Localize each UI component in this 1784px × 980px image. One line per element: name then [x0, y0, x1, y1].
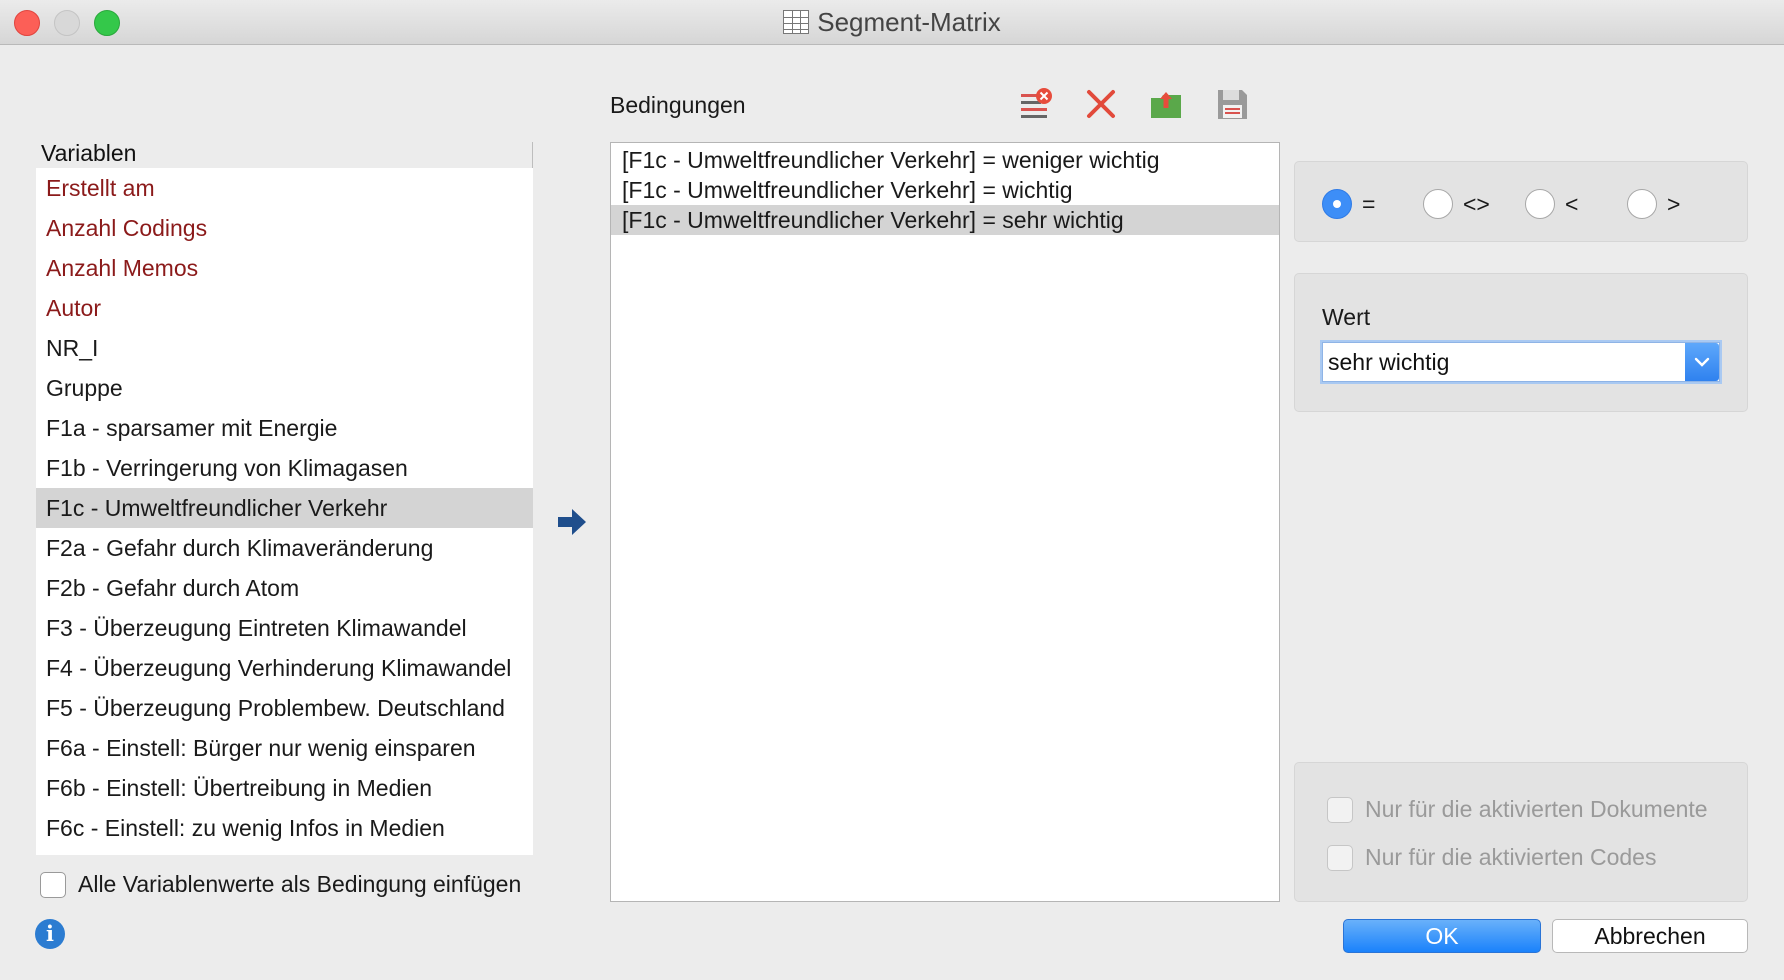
- activated-documents-label: Nur für die aktivierten Dokumente: [1365, 796, 1708, 822]
- ok-button[interactable]: OK: [1343, 919, 1541, 953]
- cancel-button[interactable]: Abbrechen: [1552, 919, 1748, 953]
- variables-list: Erstellt am Anzahl Codings Anzahl Memos Aut…: [36, 168, 533, 855]
- activated-documents-row: Nur für die aktivierten Dokumente: [1327, 796, 1708, 823]
- operator-equals-option[interactable]: =: [1322, 189, 1375, 219]
- window-title: Segment-Matrix: [817, 6, 1001, 37]
- condition-row[interactable]: [F1c - Umweltfreundlicher Verkehr] = seh…: [611, 205, 1279, 235]
- window-title-group: Segment-Matrix: [0, 0, 1784, 44]
- conditions-list[interactable]: [F1c - Umweltfreundlicher Verkehr] = wen…: [610, 142, 1280, 902]
- variable-list-item[interactable]: Autor: [36, 288, 533, 328]
- conditions-label: Bedingungen: [610, 92, 746, 118]
- value-input[interactable]: [1323, 343, 1693, 381]
- variable-list-item[interactable]: F1c - Umweltfreundlicher Verkehr: [36, 488, 533, 528]
- value-group: Wert: [1294, 273, 1748, 412]
- all-values-checkbox[interactable]: [40, 871, 66, 898]
- activated-codes-row: Nur für die aktivierten Codes: [1327, 844, 1656, 871]
- variable-list-item[interactable]: Gruppe: [36, 368, 533, 408]
- variables-header[interactable]: Variablen: [41, 140, 136, 167]
- operator-label: >: [1667, 190, 1681, 217]
- operator-radio[interactable]: [1423, 189, 1453, 219]
- operator-label: <>: [1463, 190, 1490, 217]
- operator-radio[interactable]: [1627, 189, 1657, 219]
- condition-row[interactable]: [F1c - Umweltfreundlicher Verkehr] = wen…: [611, 145, 1279, 175]
- activated-documents-checkbox: [1327, 796, 1353, 823]
- value-combobox[interactable]: [1322, 342, 1720, 382]
- delete-icon[interactable]: [1083, 86, 1119, 122]
- column-divider: [532, 142, 533, 168]
- variable-list-item[interactable]: F6a - Einstell: Bürger nur wenig einspar…: [36, 728, 533, 768]
- operator-not-equals-option[interactable]: <>: [1423, 189, 1490, 219]
- variable-list-item[interactable]: Anzahl Memos: [36, 248, 533, 288]
- variable-list-item[interactable]: F4 - Überzeugung Verhinderung Klimawande…: [36, 648, 533, 688]
- variable-list-item[interactable]: NR_I: [36, 328, 533, 368]
- value-dropdown-button[interactable]: [1685, 343, 1719, 381]
- save-icon[interactable]: [1214, 86, 1250, 122]
- title-bar: Segment-Matrix: [0, 0, 1784, 45]
- chevron-down-icon: [1694, 357, 1710, 367]
- export-icon[interactable]: [1148, 86, 1184, 122]
- variable-list-item[interactable]: Erstellt am: [36, 168, 533, 208]
- value-label: Wert: [1322, 304, 1371, 330]
- info-icon[interactable]: i: [35, 919, 65, 949]
- all-values-checkbox-label: Alle Variablenwerte als Bedingung einfüg…: [78, 871, 522, 897]
- condition-row[interactable]: [F1c - Umweltfreundlicher Verkehr] = wic…: [611, 175, 1279, 205]
- operator-label: =: [1362, 190, 1376, 217]
- all-values-checkbox-row[interactable]: Alle Variablenwerte als Bedingung einfüg…: [40, 871, 521, 898]
- segment-matrix-window: Segment-Matrix Variablen Erstellt am Anza…: [0, 0, 1784, 980]
- operator-less-option[interactable]: <: [1525, 189, 1578, 219]
- operator-label: <: [1565, 190, 1579, 217]
- variable-list-item[interactable]: F1a - sparsamer mit Energie: [36, 408, 533, 448]
- variable-list-item[interactable]: F1b - Verringerung von Klimagasen: [36, 448, 533, 488]
- variable-list-item[interactable]: F6b - Einstell: Übertreibung in Medien: [36, 768, 533, 808]
- operator-greater-option[interactable]: >: [1627, 189, 1680, 219]
- variable-list-item[interactable]: F2b - Gefahr durch Atom: [36, 568, 533, 608]
- operator-radio[interactable]: [1525, 189, 1555, 219]
- variable-list-item[interactable]: F2a - Gefahr durch Klimaveränderung: [36, 528, 533, 568]
- operator-radio[interactable]: [1322, 189, 1352, 219]
- variable-list-item[interactable]: F3 - Überzeugung Eintreten Klimawandel: [36, 608, 533, 648]
- activated-codes-checkbox: [1327, 844, 1353, 871]
- variable-list-item[interactable]: F6c - Einstell: zu wenig Infos in Medien: [36, 808, 533, 848]
- variable-list-item[interactable]: F5 - Überzeugung Problembew. Deutschland: [36, 688, 533, 728]
- clear-list-icon[interactable]: [1017, 86, 1053, 122]
- variable-list-item[interactable]: Anzahl Codings: [36, 208, 533, 248]
- operator-group: = <> < >: [1294, 161, 1748, 242]
- table-icon: [783, 10, 810, 34]
- scope-group: Nur für die aktivierten Dokumente Nur fü…: [1294, 762, 1748, 902]
- activated-codes-label: Nur für die aktivierten Codes: [1365, 844, 1657, 870]
- add-condition-arrow-icon[interactable]: [556, 507, 588, 537]
